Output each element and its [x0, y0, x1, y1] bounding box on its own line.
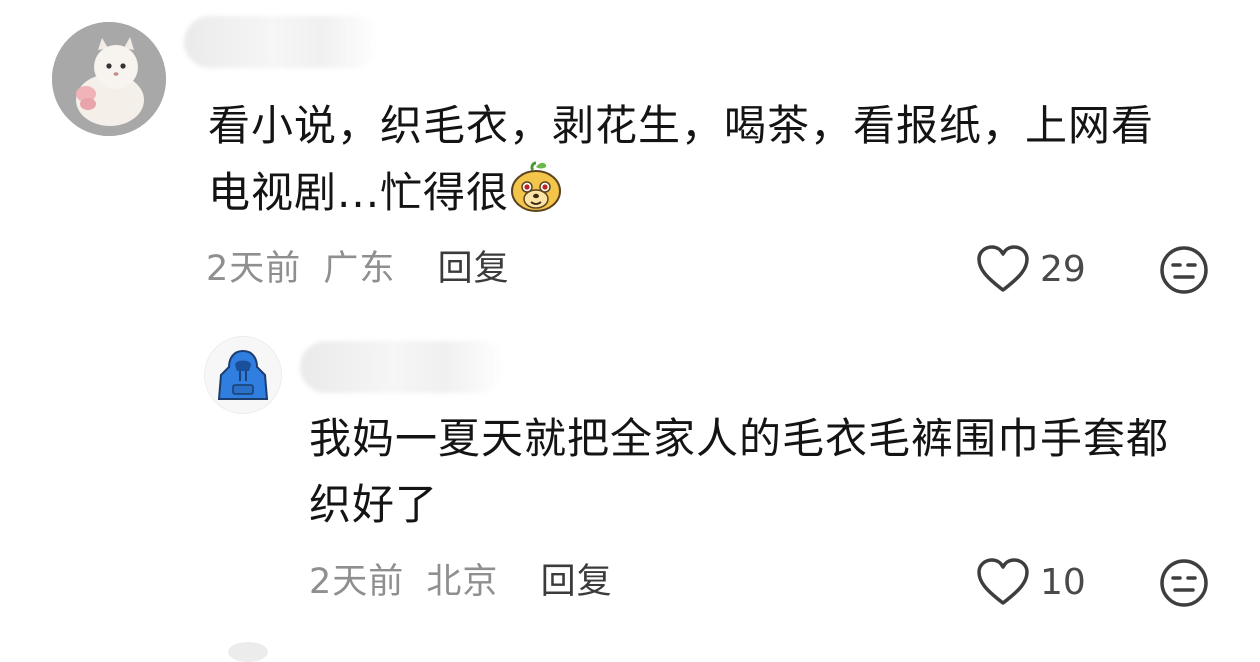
username-blurred[interactable]	[184, 16, 380, 68]
meh-face-icon	[1160, 559, 1208, 607]
comment-time: 2天前	[206, 249, 302, 289]
user-avatar[interactable]	[52, 22, 166, 136]
next-comment-avatar-partial	[228, 642, 268, 662]
comment-text-line: 看小说，织毛衣，剥花生，喝茶，看报纸，上网看	[208, 101, 1155, 150]
comment-time: 2天前	[309, 562, 405, 602]
hoodie-avatar-image	[205, 337, 281, 413]
comment-text-segment: 电视剧...忙得很	[208, 168, 510, 217]
cat-avatar-image	[52, 22, 166, 136]
username-blurred[interactable]	[300, 341, 506, 393]
like-count: 10	[1040, 561, 1086, 603]
meh-face-icon	[1160, 246, 1208, 294]
comment-text-line: 电视剧...忙得很	[208, 159, 1208, 226]
comment-text-line: 我妈一夏天就把全家人的毛衣毛裤围巾手套都	[309, 414, 1170, 463]
dislike-button[interactable]	[1158, 557, 1210, 613]
reply-button[interactable]: 回复	[541, 562, 613, 602]
like-button[interactable]: 10	[976, 557, 1086, 607]
comment-text-line: 织好了	[309, 480, 439, 529]
comment-text: 看小说，织毛衣，剥花生，喝茶，看报纸，上网看 电视剧...忙得很	[208, 93, 1208, 226]
like-count: 29	[1040, 248, 1086, 290]
reply-button[interactable]: 回复	[438, 249, 510, 289]
comment-meta: 2天前 广东 回复	[206, 249, 510, 289]
dislike-button[interactable]	[1158, 244, 1210, 300]
comment-location: 北京	[426, 562, 499, 602]
comment-location: 广东	[323, 249, 396, 289]
doge-face-emoji	[509, 159, 563, 213]
user-avatar[interactable]	[204, 336, 282, 414]
heart-outline-icon	[977, 558, 1029, 605]
comment-text: 我妈一夏天就把全家人的毛衣毛裤围巾手套都 织好了	[309, 406, 1229, 538]
like-button[interactable]: 29	[976, 244, 1086, 294]
heart-outline-icon	[977, 245, 1029, 292]
comment-meta: 2天前 北京 回复	[309, 562, 613, 602]
